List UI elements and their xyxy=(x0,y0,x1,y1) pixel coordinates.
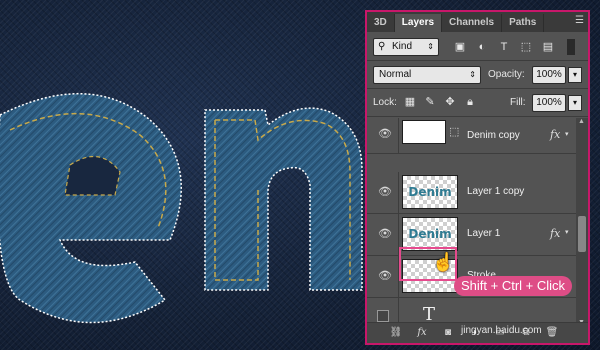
tab-layers[interactable]: Layers xyxy=(394,14,443,32)
letter-n-artwork xyxy=(204,107,363,291)
fx-icon[interactable]: fx xyxy=(415,326,429,340)
shortcut-tooltip: Shift + Ctrl + Click xyxy=(454,276,573,296)
filter-row: ⚲ Kind ⇕ ▣ ◐ T ⬚ ▤ xyxy=(367,34,588,58)
layer-name: Layer 1 xyxy=(467,228,501,239)
delete-icon[interactable]: 🗑︎ xyxy=(545,326,559,340)
chevron-down-icon[interactable]: ▾ xyxy=(565,228,569,236)
opacity-label: Opacity: xyxy=(488,69,525,80)
fill-label: Fill: xyxy=(510,97,526,108)
layer-row-denim-copy[interactable]: 👁︎ ⬚ Denim copy fx ▾ xyxy=(367,118,576,154)
fill-field[interactable]: 100% xyxy=(532,94,566,112)
chevron-updown-icon: ⇕ xyxy=(427,42,434,51)
panel-tabs: 3D Layers Channels Paths ☰ xyxy=(367,12,588,32)
fx-icon[interactable]: fx xyxy=(550,227,560,240)
watermark-text: jingyan.baidu.com xyxy=(461,325,542,336)
lock-all-icon[interactable]: 🔒︎ xyxy=(463,95,477,109)
smart-object-filter-icon[interactable]: ▤ xyxy=(541,40,555,54)
eye-icon[interactable]: 👁︎ xyxy=(378,186,392,198)
layer-thumbnail xyxy=(402,120,446,144)
eye-icon[interactable]: 👁︎ xyxy=(378,128,392,140)
layer-thumbnail: Denim xyxy=(402,217,458,251)
fx-icon[interactable]: fx xyxy=(550,128,560,141)
filter-kind-select[interactable]: ⚲ Kind ⇕ xyxy=(373,38,439,56)
hand-cursor-icon: ☝ xyxy=(432,252,455,272)
type-filter-icon[interactable]: T xyxy=(497,40,511,54)
thumbnail-text: Denim xyxy=(408,227,452,241)
divider xyxy=(367,60,588,61)
eye-icon[interactable]: 👁︎ xyxy=(378,228,392,240)
divider xyxy=(367,116,588,117)
adjustment-filter-icon[interactable]: ◐ xyxy=(475,40,489,54)
layers-scrollbar[interactable]: ▲ ▼ xyxy=(576,118,588,326)
scroll-thumb[interactable] xyxy=(578,216,586,252)
layer-name: Layer 1 copy xyxy=(467,186,525,197)
blend-mode-select[interactable]: Normal ⇕ xyxy=(373,66,481,84)
eye-icon[interactable]: 👁︎ xyxy=(378,270,392,282)
vector-mask-icon: ⬚ xyxy=(449,126,460,138)
opacity-dropdown[interactable]: ▾ xyxy=(568,67,582,83)
visibility-checkbox[interactable] xyxy=(377,310,389,322)
opacity-field[interactable]: 100% xyxy=(532,66,566,84)
mask-icon[interactable]: ◙ xyxy=(441,326,455,340)
filter-kind-value: Kind xyxy=(392,41,413,52)
image-filter-icon[interactable]: ▣ xyxy=(453,40,467,54)
link-layers-icon[interactable]: ⛓ xyxy=(389,326,403,340)
shape-filter-icon[interactable]: ⬚ xyxy=(519,40,533,54)
layer-row-layer-1-copy[interactable]: 👁︎ Denim Layer 1 copy xyxy=(367,172,576,214)
scroll-up-icon[interactable]: ▲ xyxy=(578,118,585,125)
lock-transparent-icon[interactable]: ▦ xyxy=(403,95,417,109)
lock-image-icon[interactable]: ✎ xyxy=(423,95,437,109)
tab-3d[interactable]: 3D xyxy=(367,14,395,32)
fill-dropdown[interactable]: ▾ xyxy=(568,95,582,111)
chevron-down-icon[interactable]: ▾ xyxy=(565,130,569,138)
search-icon: ⚲ xyxy=(378,41,386,52)
lock-position-icon[interactable]: ✥ xyxy=(443,95,457,109)
layer-thumbnail: Denim xyxy=(402,175,458,209)
lock-row: Lock: ▦ ✎ ✥ 🔒︎ Fill: 100% ▾ xyxy=(367,90,588,114)
tab-paths[interactable]: Paths xyxy=(502,14,545,32)
lock-label: Lock: xyxy=(373,97,397,108)
divider xyxy=(367,88,588,89)
chevron-updown-icon: ⇕ xyxy=(469,70,476,79)
blend-mode-value: Normal xyxy=(379,69,412,80)
panel-menu-icon[interactable]: ☰ xyxy=(575,15,584,26)
thumbnail-text: Denim xyxy=(408,185,452,199)
filter-toggle-switch[interactable] xyxy=(567,39,575,55)
blend-row: Normal ⇕ Opacity: 100% ▾ xyxy=(367,62,588,86)
layer-name: Denim copy xyxy=(467,130,520,141)
tab-channels[interactable]: Channels xyxy=(442,14,503,32)
letter-e-artwork xyxy=(0,93,182,324)
